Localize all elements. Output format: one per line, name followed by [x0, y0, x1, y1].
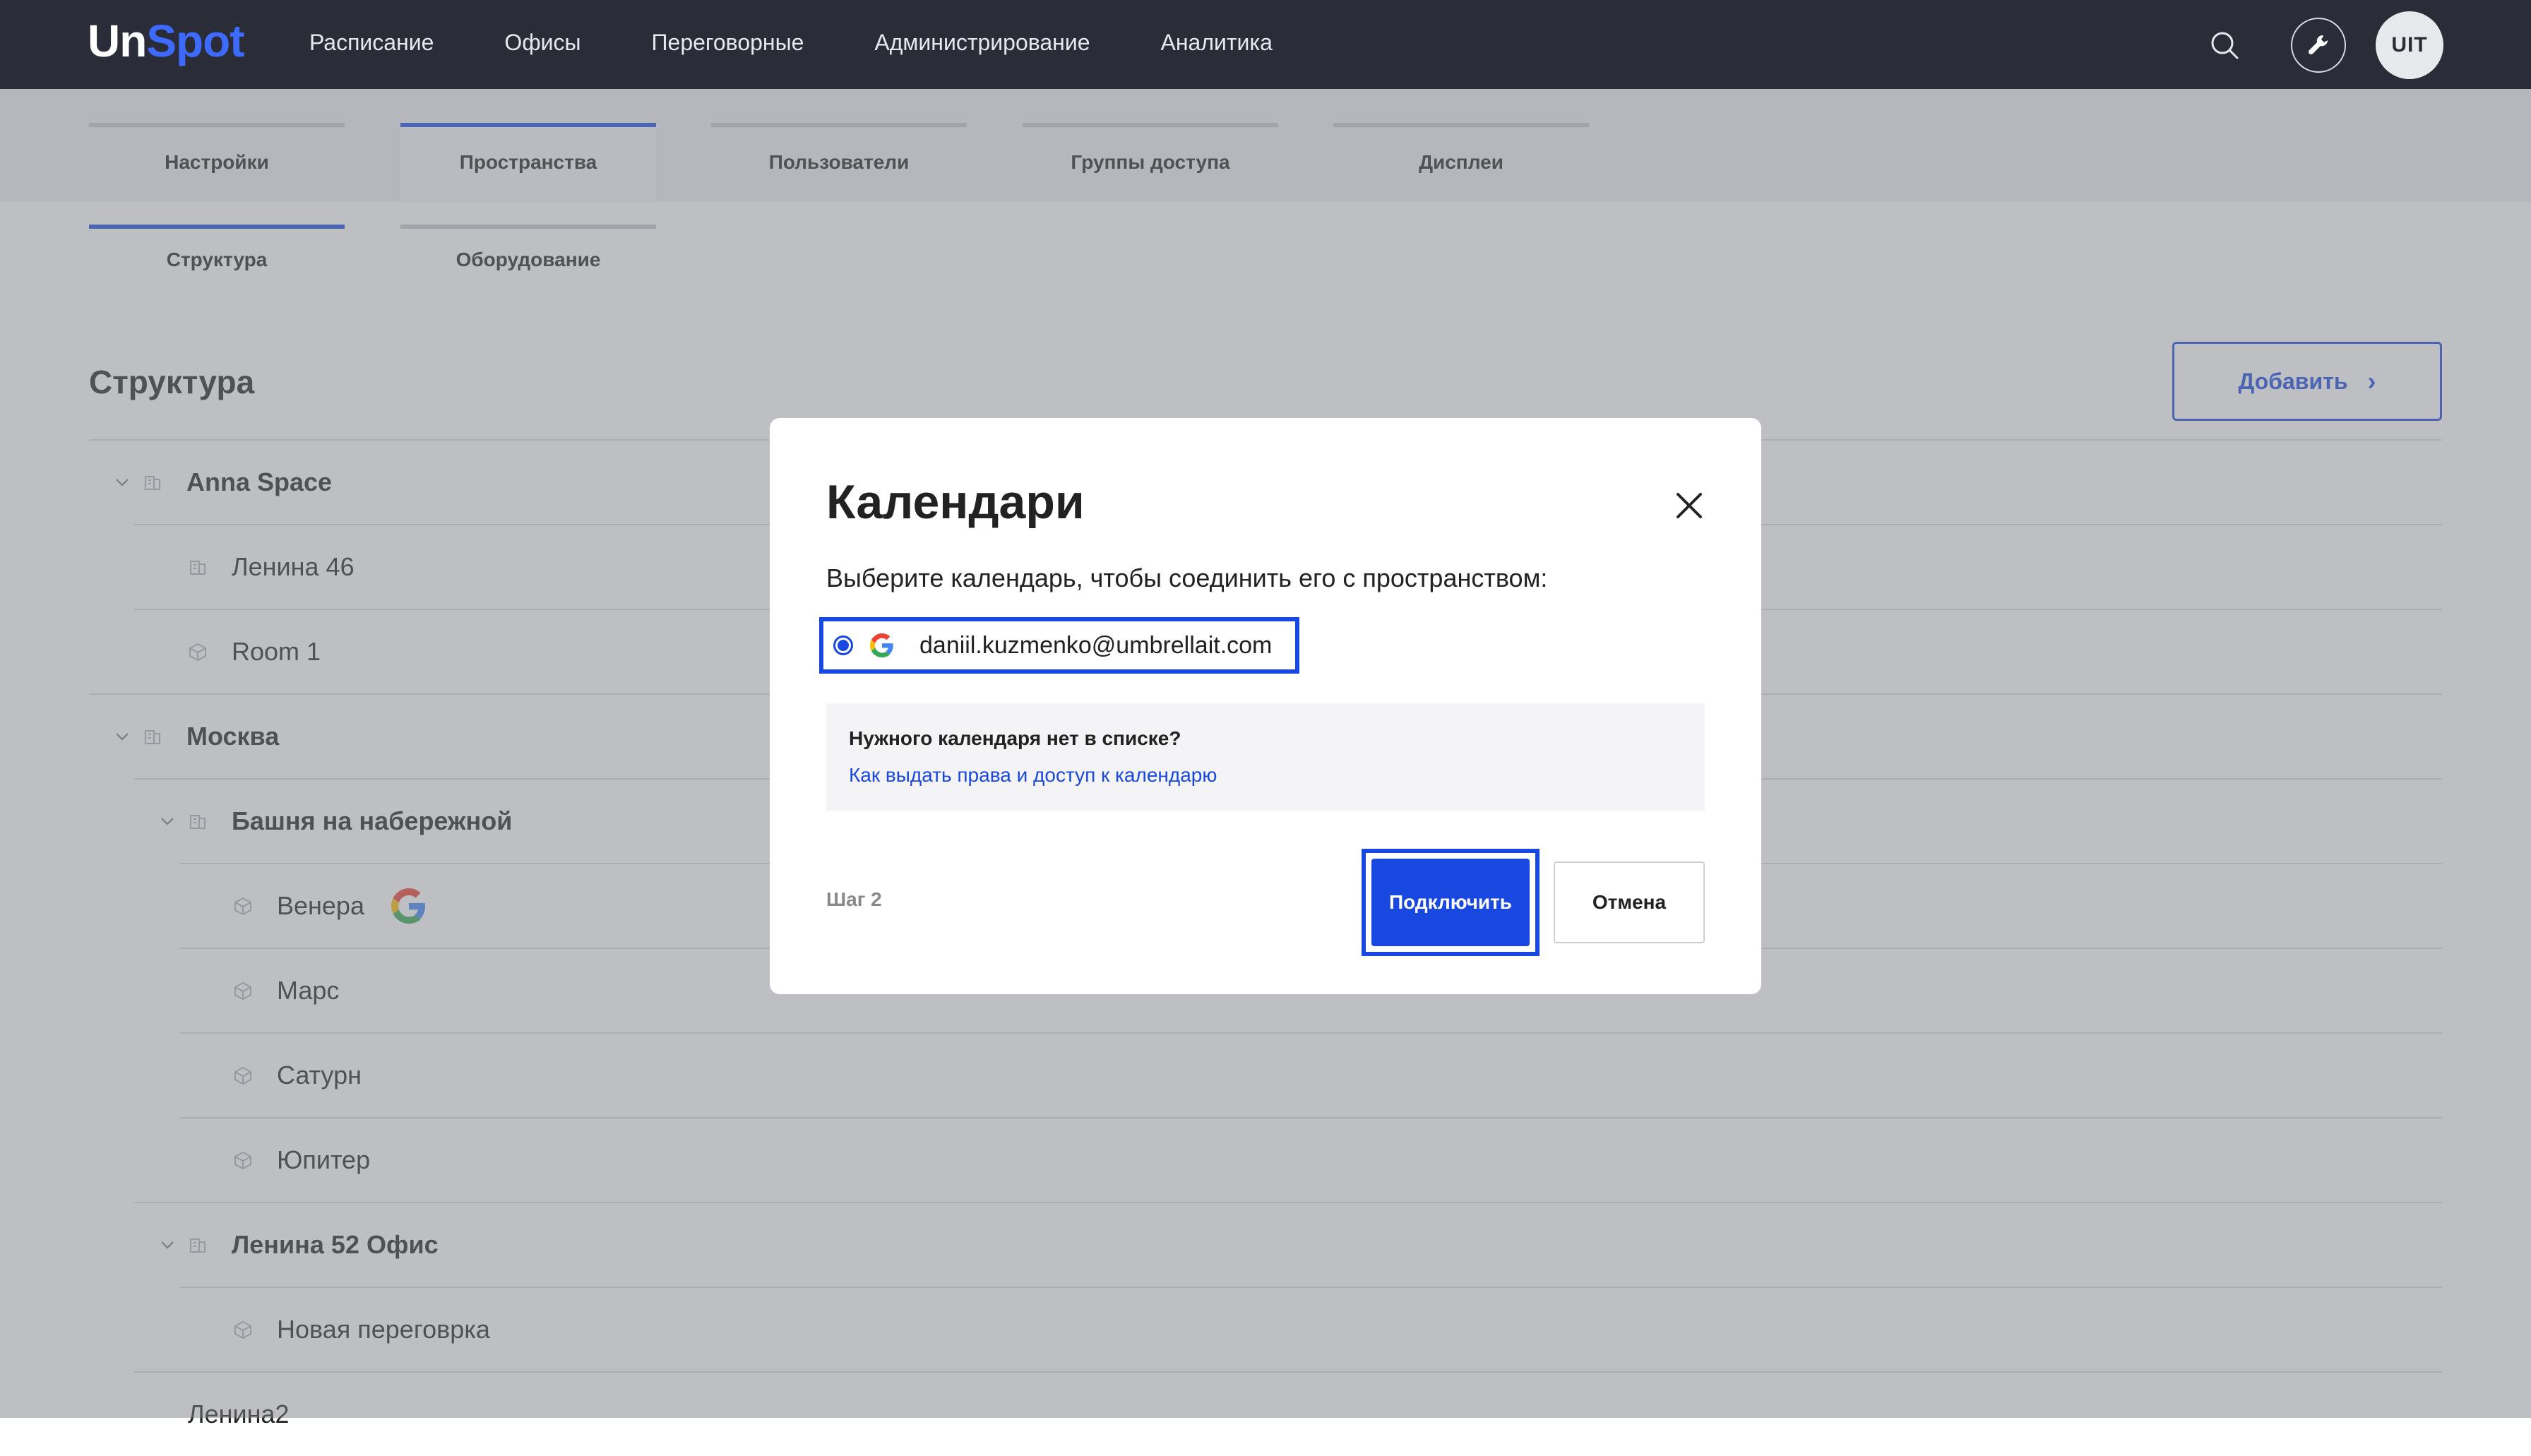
nav-item-offices[interactable]: Офисы: [504, 27, 580, 58]
unspot-logo[interactable]: UnSpot: [88, 13, 245, 69]
connect-button-focus-ring: Подключить: [1362, 849, 1540, 956]
connect-button[interactable]: Подключить: [1371, 859, 1530, 946]
calendar-radio[interactable]: [833, 635, 853, 655]
cancel-button[interactable]: Отмена: [1554, 861, 1705, 943]
nav-item-administration[interactable]: Администрирование: [874, 27, 1090, 58]
google-icon: [870, 633, 893, 657]
logo-spot: Spot: [146, 16, 244, 66]
modal-subtitle: Выберите календарь, чтобы соединить его …: [826, 563, 1548, 592]
cancel-button-label: Отмена: [1592, 891, 1667, 913]
calendar-access-help-link[interactable]: Как выдать права и доступ к календарю: [849, 764, 1682, 787]
avatar-initials: UIT: [2391, 33, 2428, 56]
calendar-option[interactable]: daniil.kuzmenko@umbrellait.com: [819, 617, 1299, 674]
modal-title: Календари: [826, 475, 1085, 529]
missing-calendar-info: Нужного календаря нет в списке? Как выда…: [826, 703, 1705, 811]
calendar-email: daniil.kuzmenko@umbrellait.com: [919, 631, 1273, 659]
close-button[interactable]: [1669, 486, 1709, 525]
top-navbar: UnSpot Расписание Офисы Переговорные Адм…: [0, 0, 2531, 89]
search-button[interactable]: [2203, 24, 2246, 66]
info-title: Нужного календаря нет в списке?: [849, 727, 1181, 749]
radio-dot: [838, 640, 849, 651]
close-icon: [1677, 493, 1702, 518]
main-nav: Расписание Офисы Переговорные Администри…: [309, 27, 1343, 58]
logo-un: Un: [88, 16, 147, 66]
admin-tools-button[interactable]: [2291, 18, 2346, 73]
step-indicator: Шаг 2: [826, 888, 882, 910]
wrench-icon: [2308, 35, 2328, 55]
search-icon: [2211, 32, 2239, 59]
connect-button-label: Подключить: [1388, 891, 1512, 913]
nav-item-meeting-rooms[interactable]: Переговорные: [652, 27, 804, 58]
nav-item-schedule[interactable]: Расписание: [309, 27, 434, 58]
user-avatar[interactable]: UIT: [2376, 11, 2443, 79]
calendars-modal: Календари Выберите календарь, чтобы соед…: [770, 418, 1761, 994]
nav-right-group: UIT: [2203, 11, 2443, 79]
nav-item-analytics[interactable]: Аналитика: [1161, 27, 1273, 58]
